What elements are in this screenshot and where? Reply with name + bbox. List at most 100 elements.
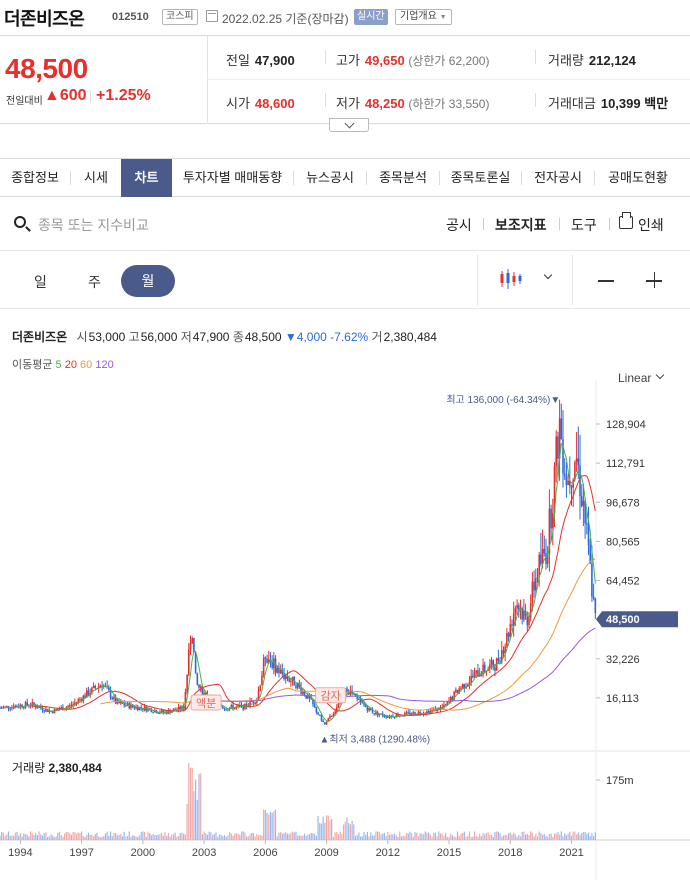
candle-body — [36, 707, 39, 709]
prev-close-cell: 전일 47,900 — [226, 50, 295, 69]
candle-body — [509, 624, 512, 637]
period-month[interactable]: 월 — [121, 265, 175, 297]
volume-bar — [28, 836, 30, 840]
candle-body — [456, 689, 459, 694]
volume-bar — [458, 835, 460, 840]
candle-body — [383, 715, 386, 717]
volume-bar — [240, 831, 243, 840]
tab-summary[interactable]: 종합정보 — [0, 159, 70, 197]
volume-bar — [108, 835, 110, 840]
candle-body — [276, 667, 279, 673]
candle-body — [329, 715, 331, 719]
volume-bar — [368, 836, 370, 840]
volume-bar — [504, 834, 506, 840]
volume-bar — [142, 831, 144, 840]
amount-unit: 백만 — [644, 96, 669, 111]
legend-stock-name: 더존비즈온 — [12, 330, 68, 344]
chevron-down-icon[interactable] — [543, 270, 553, 280]
indicator-button[interactable]: 보조지표 — [495, 215, 547, 235]
volume-bar — [33, 835, 35, 840]
search-icon[interactable] — [14, 216, 26, 228]
candle-body — [266, 658, 268, 663]
chevron-down-icon[interactable] — [655, 370, 665, 380]
print-icon[interactable] — [619, 212, 633, 229]
tab-discussion[interactable]: 종목토론실 — [440, 159, 521, 197]
volume-bar — [84, 836, 86, 840]
volume-bar — [518, 835, 520, 840]
tab-short-selling[interactable]: 공매도현황 — [595, 159, 681, 197]
volume-bar — [531, 832, 533, 840]
volume-bar — [155, 835, 158, 840]
tab-disclosure[interactable]: 전자공시 — [522, 159, 594, 197]
zoom-in-icon[interactable] — [653, 272, 655, 288]
volume-bar — [303, 833, 306, 840]
period-day[interactable]: 일 — [34, 272, 47, 292]
volume-bar — [482, 832, 484, 840]
volume-bar — [264, 810, 266, 840]
legend-high-label: 고 — [128, 330, 140, 344]
candle-body — [330, 715, 333, 717]
tab-price[interactable]: 시세 — [71, 159, 121, 197]
volume-bar — [118, 834, 120, 840]
zoom-out-icon[interactable] — [598, 280, 614, 282]
volume-bar — [67, 831, 69, 840]
volume-bar — [167, 832, 169, 840]
company-overview-button[interactable]: 기업개요 ▼ — [395, 9, 452, 25]
volume-bar — [387, 831, 389, 840]
divider — [207, 36, 208, 124]
volume-bar — [594, 832, 596, 840]
volume-bar — [557, 832, 559, 840]
candle-body — [473, 672, 476, 678]
low-value: 48,250 — [364, 96, 405, 111]
notice-button[interactable]: 공시 — [446, 215, 472, 235]
realtime-badge[interactable]: 실시간 — [354, 9, 388, 25]
candle-body — [472, 675, 474, 678]
volume-bar — [320, 823, 323, 840]
volume-bar — [467, 836, 469, 840]
candle-body — [242, 704, 245, 710]
candle-body — [570, 485, 573, 488]
volume-bar — [229, 832, 231, 840]
event-marker[interactable]: 감자 — [315, 687, 347, 704]
volume-bar — [171, 834, 173, 840]
candle-body — [332, 714, 335, 717]
volume-bar — [125, 836, 127, 840]
tab-analysis[interactable]: 종목분석 — [367, 159, 439, 197]
tab-chart[interactable]: 차트 — [121, 159, 172, 197]
volume-bar — [55, 836, 57, 840]
volume-bar — [249, 834, 251, 840]
volume-bar — [115, 833, 117, 840]
candle-body — [378, 714, 381, 716]
tools-button[interactable]: 도구 — [571, 215, 597, 235]
ma-5: 5 — [55, 359, 62, 371]
candle-body — [259, 685, 262, 691]
calendar-icon — [206, 10, 218, 22]
volume-bar — [479, 833, 481, 840]
volume-bar — [589, 836, 591, 840]
period-week[interactable]: 주 — [88, 272, 101, 292]
candle-body — [279, 669, 282, 674]
price-chart[interactable]: 128,904 112,791 96,678 80,565 64,452 32,226 16… — [0, 380, 690, 880]
candle-body — [358, 698, 360, 700]
event-marker[interactable]: 액분 — [190, 694, 222, 711]
volume-bar — [138, 835, 141, 840]
volume-bar — [48, 836, 50, 840]
candlestick-type-icon[interactable] — [499, 268, 523, 290]
volume-bar — [450, 833, 452, 840]
volume-bar — [587, 832, 590, 840]
volume-bar — [502, 835, 505, 840]
volume-bar — [45, 832, 47, 840]
candle-body — [75, 702, 78, 704]
print-button[interactable]: 인쇄 — [638, 215, 664, 235]
candle-body — [305, 695, 307, 699]
volume-bar — [358, 832, 360, 840]
tab-news[interactable]: 뉴스공시 — [294, 159, 366, 197]
compare-search-input[interactable]: 종목 또는 지수비교 — [38, 215, 149, 235]
expand-quote-button[interactable] — [329, 118, 369, 132]
volume-bar — [261, 835, 263, 840]
tab-investor-trading[interactable]: 투자자별 매매동향 — [172, 159, 293, 197]
volume-bar — [254, 836, 256, 840]
volume-bar — [222, 836, 224, 840]
moving-average-legend[interactable]: 이동평균 5 20 60 120 — [12, 356, 114, 372]
volume-bar — [307, 834, 309, 840]
